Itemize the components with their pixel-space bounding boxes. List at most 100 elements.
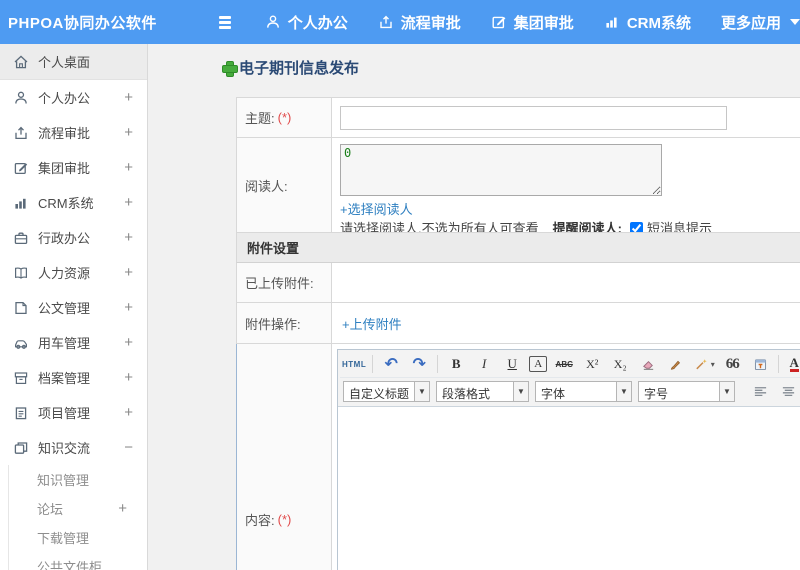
template-button[interactable] — [747, 353, 773, 375]
expand-toggle[interactable]: + — [124, 195, 133, 210]
sidebar-item-label: 知识交流 — [38, 441, 91, 456]
nav-workflow-approval[interactable]: 流程审批 — [378, 12, 461, 33]
expand-toggle[interactable]: + — [124, 160, 133, 175]
sidebar-item-vehicle-mgmt[interactable]: 用车管理 + — [0, 325, 147, 360]
app-logo[interactable]: PHPOA协同办公软件 — [0, 12, 157, 33]
editor-content-area[interactable] — [338, 407, 800, 570]
archive-box-icon — [13, 370, 29, 386]
sidebar-item-public-cabinet[interactable]: 公共文件柜 — [9, 552, 147, 570]
page-title: 电子期刊信息发布 — [222, 57, 359, 78]
publish-form: 主题: (*) 阅读人: 0 +选择阅读人 请选择阅读人,不选为所有人可查看 提… — [236, 97, 800, 570]
subject-input[interactable] — [340, 105, 727, 130]
sidebar-item-label: 项目管理 — [38, 406, 91, 421]
attachment-ops-row: 附件操作: +上传附件 — [236, 303, 800, 344]
expand-toggle[interactable]: + — [118, 501, 127, 516]
upload-attachment-link[interactable]: +上传附件 — [342, 314, 402, 333]
sidebar-item-project-mgmt[interactable]: 项目管理 + — [0, 395, 147, 430]
nav-personal-office[interactable]: 个人办公 — [265, 12, 348, 33]
sidebar-item-hr[interactable]: 人力资源 + — [0, 255, 147, 290]
superscript-button[interactable]: X² — [579, 353, 605, 375]
heading-select[interactable]: 自定义标题 ▼ — [343, 381, 430, 402]
sidebar-item-label: 个人办公 — [38, 91, 91, 106]
sidebar-item-archive-mgmt[interactable]: 档案管理 + — [0, 360, 147, 395]
expand-toggle[interactable]: + — [124, 125, 133, 140]
subject-row: 主题: (*) — [236, 98, 800, 138]
chevron-down-icon — [790, 19, 800, 25]
collapse-toggle[interactable]: − — [124, 440, 133, 455]
sidebar-item-knowledge-exchange[interactable]: 知识交流 − — [0, 430, 147, 465]
hamburger-menu-icon[interactable] — [218, 15, 231, 29]
chevron-down-icon: ▼ — [720, 381, 735, 402]
readers-textarea[interactable]: 0 — [340, 144, 662, 196]
edit-square-icon — [13, 160, 29, 176]
sidebar-item-group-approval[interactable]: 集团审批 + — [0, 150, 147, 185]
page-title-text: 电子期刊信息发布 — [239, 60, 360, 77]
undo-button[interactable]: ↶ — [378, 353, 404, 375]
align-left-button[interactable] — [747, 381, 773, 403]
eraser-button[interactable] — [635, 353, 661, 375]
bold-button[interactable]: B — [443, 353, 469, 375]
select-readers-link[interactable]: +选择阅读人 — [340, 201, 413, 218]
nav-more-apps[interactable]: 更多应用 — [721, 12, 800, 33]
expand-toggle[interactable]: + — [124, 300, 133, 315]
sidebar-item-download-mgmt[interactable]: 下载管理 — [9, 523, 147, 552]
source-code-button[interactable]: HTML — [341, 353, 367, 375]
open-book-icon — [13, 265, 29, 281]
sidebar-item-label: 论坛 — [37, 502, 64, 517]
italic-button[interactable]: I — [471, 353, 497, 375]
uploaded-attachments-row: 已上传附件: — [236, 263, 800, 303]
sidebar-item-desktop[interactable]: 个人桌面 — [0, 44, 147, 80]
content-label: 内容: (*) — [237, 344, 332, 570]
required-mark: (*) — [277, 512, 292, 527]
sidebar-item-admin-office[interactable]: 行政办公 + — [0, 220, 147, 255]
expand-toggle[interactable]: + — [124, 265, 133, 280]
expand-toggle[interactable]: + — [124, 90, 133, 105]
nav-crm[interactable]: CRM系统 — [604, 12, 691, 33]
sidebar-item-personal-office[interactable]: 个人办公 + — [0, 80, 147, 115]
font-family-select[interactable]: 字体 ▼ — [535, 381, 632, 402]
strikethrough-button[interactable]: ABC — [551, 353, 577, 375]
sidebar-item-crm[interactable]: CRM系统 + — [0, 185, 147, 220]
nav-label: 集团审批 — [513, 14, 574, 32]
nav-label: CRM系统 — [626, 14, 691, 32]
align-left-icon — [754, 387, 766, 396]
sms-notify-label: 短消息提示 — [646, 221, 712, 232]
blockquote-button[interactable]: 66 — [719, 353, 745, 375]
required-mark: (*) — [277, 110, 292, 125]
expand-toggle[interactable]: + — [124, 370, 133, 385]
bar-chart-icon — [604, 14, 620, 30]
expand-toggle[interactable]: + — [124, 230, 133, 245]
nav-label: 更多应用 — [720, 14, 781, 32]
align-center-button[interactable] — [775, 381, 800, 403]
expand-toggle[interactable]: + — [124, 335, 133, 350]
sidebar-item-knowledge-mgmt[interactable]: 知识管理 — [9, 465, 147, 494]
font-size-select[interactable]: 字号 ▼ — [638, 381, 735, 402]
toolbar-separator — [778, 355, 780, 373]
clipboard-icon — [13, 405, 29, 421]
sidebar-submenu-knowledge: 知识管理 论坛 + 下载管理 公共文件柜 — [8, 465, 147, 570]
underline-button[interactable]: U — [499, 353, 525, 375]
section-title: 附件设置 — [247, 241, 300, 256]
sidebar-item-workflow-approval[interactable]: 流程审批 + — [0, 115, 147, 150]
nav-group-approval[interactable]: 集团审批 — [491, 12, 574, 33]
attachment-section-header: 附件设置 — [236, 233, 800, 263]
expand-toggle[interactable]: + — [124, 405, 133, 420]
subscript-button[interactable]: X₂ — [607, 353, 633, 375]
subject-label: 主题: (*) — [237, 98, 332, 137]
autoformat-button[interactable]: ▾ — [691, 353, 717, 375]
sidebar-item-forum[interactable]: 论坛 + — [9, 494, 147, 523]
boxed-text-button[interactable]: A — [529, 356, 548, 372]
format-painter-button[interactable] — [663, 353, 689, 375]
briefcase-icon — [13, 230, 29, 246]
content-row: 内容: (*) HTML ↶ ↷ B I U A ABC X² X₂ ▾ 66 … — [236, 344, 800, 570]
sidebar-item-document-mgmt[interactable]: 公文管理 + — [0, 290, 147, 325]
sms-notify-checkbox[interactable] — [629, 222, 643, 232]
nav-label: 个人办公 — [287, 14, 348, 32]
redo-button[interactable]: ↷ — [406, 353, 432, 375]
align-center-icon — [782, 387, 794, 396]
readers-label: 阅读人: — [237, 138, 332, 232]
font-color-button[interactable]: A▾ — [784, 353, 800, 375]
paragraph-format-select[interactable]: 段落格式 ▼ — [436, 381, 529, 402]
template-icon — [754, 358, 766, 370]
sidebar-item-label: 公文管理 — [38, 301, 91, 316]
